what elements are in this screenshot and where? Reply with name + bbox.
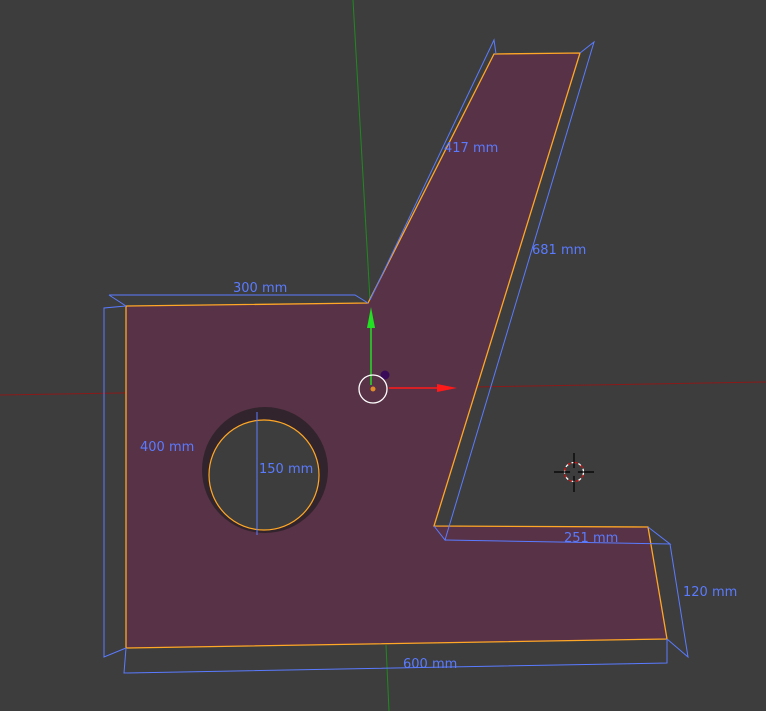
dimension-label: 150 mm	[259, 462, 314, 477]
3d-viewport[interactable]: 417 mm 681 mm 300 mm 400 mm 150 mm 251 m…	[0, 0, 766, 711]
viewport-canvas[interactable]	[0, 0, 766, 711]
y-axis-line	[352, 0, 371, 301]
dimension-label: 400 mm	[140, 440, 195, 455]
dimension-label: 600 mm	[403, 657, 458, 672]
dimension-label: 120 mm	[683, 585, 738, 600]
dimension-label: 417 mm	[444, 141, 499, 156]
object-origin-icon	[370, 386, 376, 392]
dimension-label: 681 mm	[532, 243, 587, 258]
3d-cursor-icon[interactable]	[554, 453, 594, 492]
mesh-face[interactable]	[125, 52, 668, 649]
dimension-label: 251 mm	[564, 531, 619, 546]
y-axis-line-lower	[385, 644, 390, 711]
dimension-label: 300 mm	[233, 281, 288, 296]
